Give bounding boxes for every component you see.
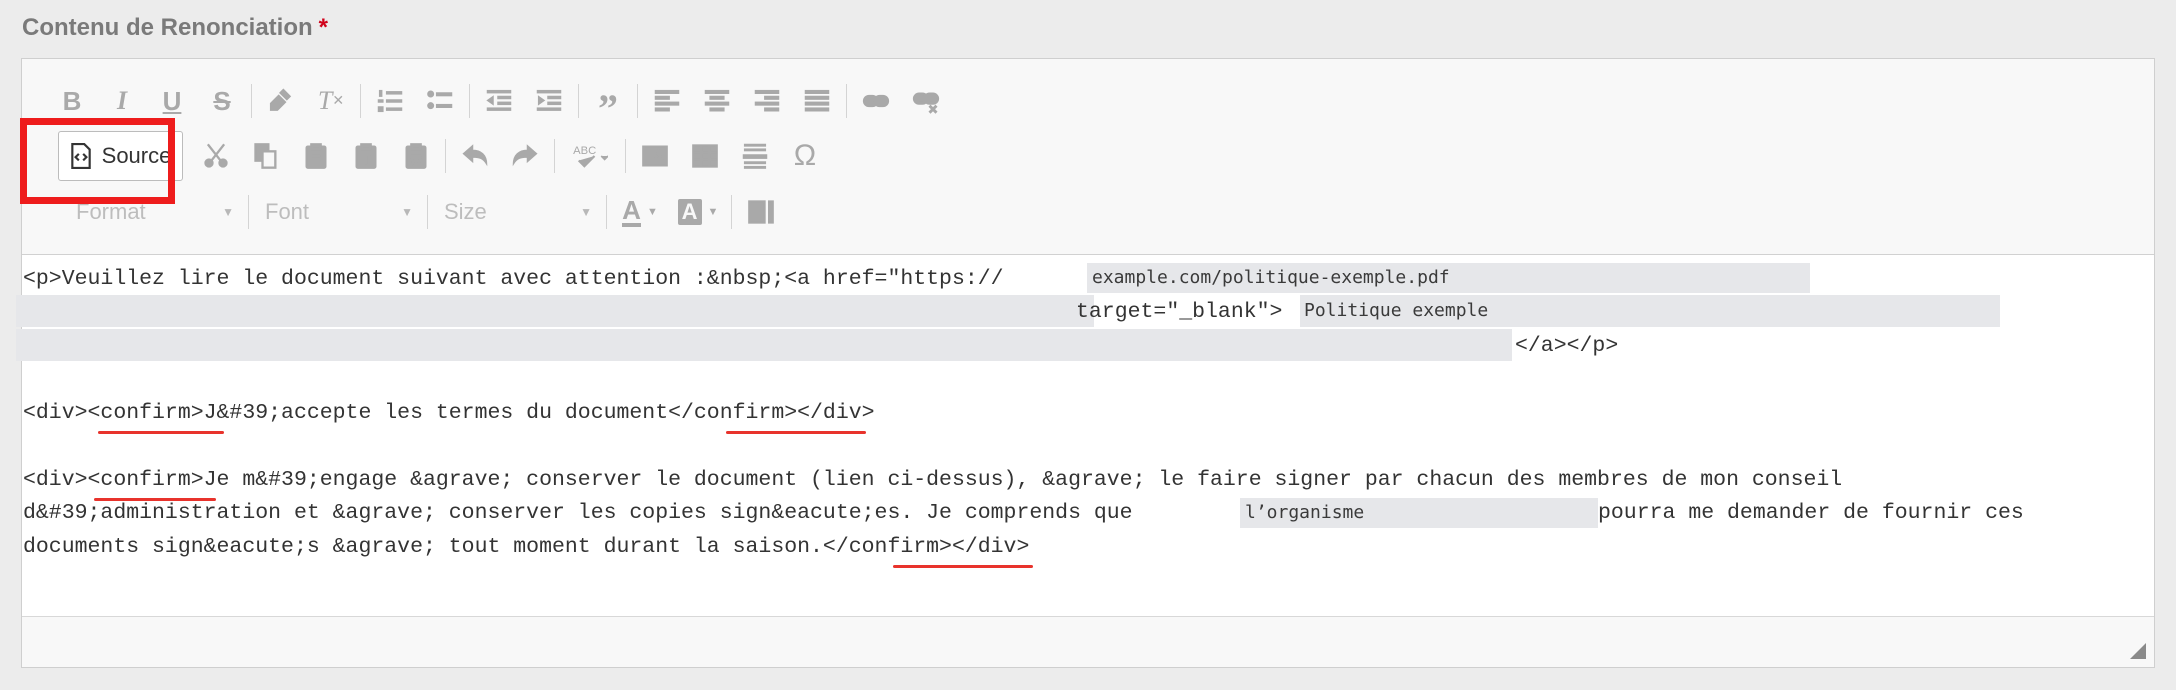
toolbar-separator bbox=[445, 139, 446, 173]
special-char-icon[interactable]: Ω bbox=[780, 134, 830, 178]
editor-toolbar: B I U S T ✕ ” Source ABC Ω Format ▼ Font… bbox=[22, 59, 2154, 255]
remove-format-icon[interactable]: T ✕ bbox=[306, 79, 356, 123]
resize-handle-icon[interactable] bbox=[2130, 643, 2146, 659]
paste-word-icon[interactable] bbox=[391, 134, 441, 178]
increase-indent-icon[interactable] bbox=[524, 79, 574, 123]
paste-icon[interactable] bbox=[291, 134, 341, 178]
toolbar-separator bbox=[637, 84, 638, 118]
source-button[interactable]: Source bbox=[58, 131, 183, 181]
redacted-highlight bbox=[16, 295, 1094, 327]
toolbar-separator bbox=[731, 195, 732, 229]
source-textarea[interactable]: <p>Veuillez lire le document suivant ave… bbox=[16, 255, 2154, 605]
numbered-list-icon[interactable] bbox=[365, 79, 415, 123]
italic-icon[interactable]: I bbox=[97, 79, 147, 123]
annotation-underline bbox=[726, 431, 866, 434]
toolbar-separator bbox=[625, 139, 626, 173]
text-color-icon[interactable]: A ▼ bbox=[611, 190, 669, 234]
svg-text:ABC: ABC bbox=[573, 145, 596, 157]
rich-text-editor: B I U S T ✕ ” Source ABC Ω Format ▼ Font… bbox=[16, 58, 2155, 668]
code-line-6-suffix: pourra me demander de fournir ces bbox=[1598, 501, 2024, 525]
toolbar-row-styles: Format ▼ Font ▼ Size ▼ A ▼ A ▼ bbox=[36, 185, 786, 239]
code-line-5: <div><confirm>Je m&#39;engage &agrave; c… bbox=[23, 468, 1843, 492]
source-label: Source bbox=[101, 143, 172, 168]
code-line-6: d&#39;administration et &agrave; conserv… bbox=[23, 501, 1146, 525]
toolbar-separator bbox=[427, 195, 428, 229]
horizontal-line-icon[interactable] bbox=[730, 134, 780, 178]
background-color-icon[interactable]: A ▼ bbox=[669, 190, 727, 234]
chevron-down-icon: ▼ bbox=[222, 205, 234, 219]
undo-icon[interactable] bbox=[450, 134, 500, 178]
copy-format-icon[interactable] bbox=[256, 79, 306, 123]
toolbar-row-basic: B I U S T ✕ ” bbox=[47, 72, 951, 131]
field-label: Contenu de Renonciation * bbox=[22, 14, 328, 42]
align-right-icon[interactable] bbox=[742, 79, 792, 123]
font-dropdown-label: Font bbox=[265, 199, 310, 224]
underline-icon[interactable]: U bbox=[147, 79, 197, 123]
link-icon[interactable] bbox=[851, 79, 901, 123]
image-icon[interactable] bbox=[630, 134, 680, 178]
format-dropdown-label: Format bbox=[76, 199, 146, 224]
annotation-underline bbox=[98, 431, 224, 434]
toolbar-separator bbox=[251, 84, 252, 118]
editor-footer bbox=[22, 616, 2154, 667]
redacted-highlight bbox=[16, 329, 1512, 361]
format-dropdown[interactable]: Format ▼ bbox=[64, 192, 244, 232]
toolbar-separator bbox=[360, 84, 361, 118]
code-link-text-highlight: Politique exemple bbox=[1304, 300, 1489, 321]
code-line-3: </a></p> bbox=[1515, 334, 1619, 358]
toolbar-separator bbox=[578, 84, 579, 118]
toolbar-separator bbox=[469, 84, 470, 118]
paste-text-icon[interactable] bbox=[341, 134, 391, 178]
chevron-down-icon: ▼ bbox=[580, 205, 592, 219]
annotation-underline bbox=[893, 565, 1033, 568]
code-line-7: documents sign&eacute;s &agrave; tout mo… bbox=[23, 535, 1030, 559]
table-icon[interactable] bbox=[680, 134, 730, 178]
justify-icon[interactable] bbox=[792, 79, 842, 123]
field-label-text: Contenu de Renonciation bbox=[22, 14, 313, 41]
code-line-2: target="_blank"> bbox=[1076, 300, 1283, 324]
font-dropdown[interactable]: Font ▼ bbox=[253, 192, 423, 232]
toolbar-separator bbox=[846, 84, 847, 118]
size-dropdown[interactable]: Size ▼ bbox=[432, 192, 602, 232]
toolbar-row-clipboard: Source ABC Ω bbox=[36, 129, 830, 183]
toolbar-separator bbox=[554, 139, 555, 173]
decrease-indent-icon[interactable] bbox=[474, 79, 524, 123]
align-center-icon[interactable] bbox=[692, 79, 742, 123]
code-line-4: <div><confirm>J&#39;accepte les termes d… bbox=[23, 401, 875, 425]
strikethrough-icon[interactable]: S bbox=[197, 79, 247, 123]
redo-icon[interactable] bbox=[500, 134, 550, 178]
cut-icon[interactable] bbox=[191, 134, 241, 178]
source-icon bbox=[70, 143, 91, 169]
maximize-icon[interactable] bbox=[736, 190, 786, 234]
spellcheck-icon[interactable]: ABC bbox=[559, 134, 621, 178]
unlink-icon[interactable] bbox=[901, 79, 951, 123]
bulleted-list-icon[interactable] bbox=[415, 79, 465, 123]
required-asterisk: * bbox=[318, 14, 329, 41]
bold-icon[interactable]: B bbox=[47, 79, 97, 123]
code-url-highlight: example.com/politique-exemple.pdf bbox=[1092, 267, 1450, 288]
code-organization-highlight: l’organisme bbox=[1245, 502, 1365, 523]
copy-icon[interactable] bbox=[241, 134, 291, 178]
blockquote-icon[interactable]: ” bbox=[583, 72, 633, 131]
chevron-down-icon: ▼ bbox=[401, 205, 413, 219]
toolbar-separator bbox=[606, 195, 607, 229]
toolbar-separator bbox=[248, 195, 249, 229]
align-left-icon[interactable] bbox=[642, 79, 692, 123]
code-line-1: <p>Veuillez lire le document suivant ave… bbox=[23, 267, 1004, 291]
size-dropdown-label: Size bbox=[444, 199, 487, 224]
